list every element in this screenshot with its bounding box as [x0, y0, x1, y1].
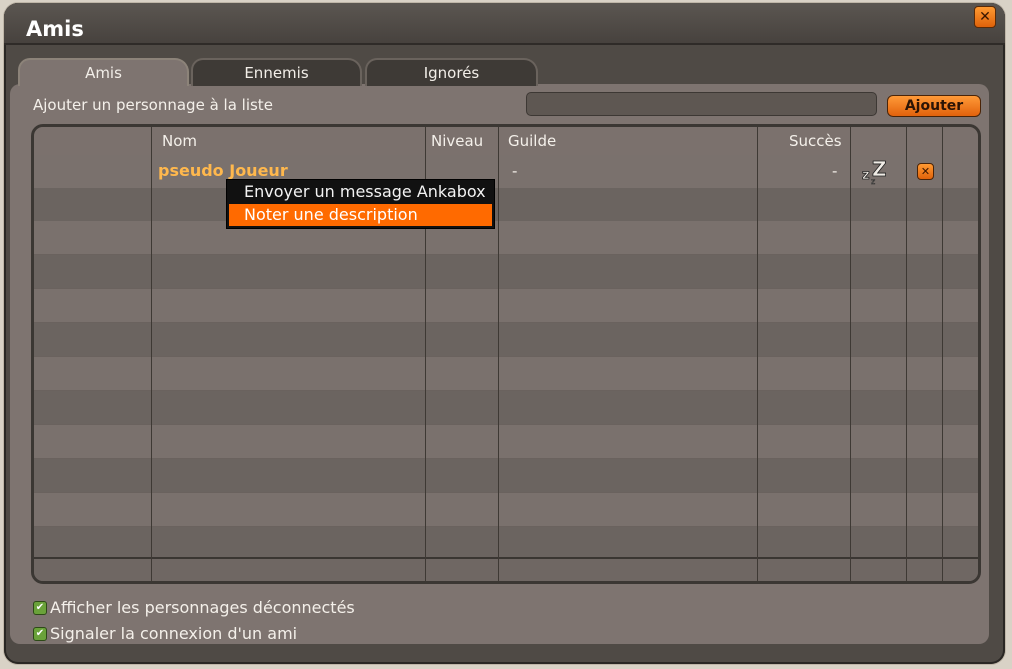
context-menu: Envoyer un message Ankabox Noter une des…	[226, 179, 495, 229]
tab-ignores[interactable]: Ignorés	[365, 58, 538, 86]
table-row	[34, 527, 978, 560]
remove-friend-button[interactable]: ✕	[917, 163, 934, 180]
table-row	[34, 255, 978, 288]
remove-icon: ✕	[920, 165, 931, 178]
window-titlebar[interactable]: Amis	[4, 3, 1005, 45]
add-button[interactable]: Ajouter	[887, 95, 981, 117]
close-icon: ✕	[979, 9, 991, 25]
column-header-guilde[interactable]: Guilde	[508, 132, 556, 150]
window-close-button[interactable]: ✕	[974, 6, 996, 28]
menu-item-note-description[interactable]: Noter une description	[229, 204, 492, 226]
add-character-input[interactable]	[526, 92, 877, 116]
show-disconnected-checkbox[interactable]: ✔	[33, 601, 47, 615]
table-row	[34, 188, 978, 221]
table-row	[34, 459, 978, 492]
column-divider	[906, 127, 907, 581]
check-icon: ✔	[35, 602, 45, 613]
show-disconnected-label: Afficher les personnages déconnectés	[50, 598, 355, 617]
row-name[interactable]: pseudo Joueur	[158, 161, 288, 180]
table-row	[34, 323, 978, 356]
column-header-succes[interactable]: Succès	[789, 132, 842, 150]
column-header-nom[interactable]: Nom	[162, 132, 197, 150]
table-row	[34, 357, 978, 390]
table-row	[34, 221, 978, 254]
table-row	[34, 493, 978, 526]
notify-connection-checkbox[interactable]: ✔	[33, 627, 47, 641]
friends-table: Nom Niveau Guilde Succès pseudo Joueur -…	[31, 124, 981, 584]
add-character-label: Ajouter un personnage à la liste	[33, 96, 273, 114]
column-divider	[942, 127, 943, 581]
tab-label: Ignorés	[423, 64, 480, 82]
column-divider	[498, 127, 499, 581]
tab-label: Ennemis	[244, 64, 309, 82]
row-success: -	[832, 162, 838, 180]
table-row	[34, 289, 978, 322]
svg-text:z: z	[871, 177, 875, 186]
notify-connection-label: Signaler la connexion d'un ami	[50, 624, 298, 643]
column-divider	[850, 127, 851, 581]
table-footer-row	[34, 557, 978, 581]
row-guild: -	[512, 162, 518, 180]
column-divider	[757, 127, 758, 581]
window-title: Amis	[26, 17, 84, 41]
column-header-niveau[interactable]: Niveau	[431, 132, 483, 150]
table-row	[34, 391, 978, 424]
svg-text:z: z	[862, 168, 870, 183]
table-header: Nom Niveau Guilde Succès	[34, 127, 978, 157]
check-icon: ✔	[35, 628, 45, 639]
tab-ennemis[interactable]: Ennemis	[191, 58, 362, 86]
tab-amis[interactable]: Amis	[18, 58, 189, 86]
sleep-zz-icon: z Z z	[862, 158, 887, 186]
column-divider	[151, 127, 152, 581]
table-row	[34, 425, 978, 458]
add-button-label: Ajouter	[904, 98, 964, 114]
tab-label: Amis	[85, 64, 122, 82]
menu-item-send-ankabox-message[interactable]: Envoyer un message Ankabox	[229, 181, 492, 203]
table-row[interactable]: pseudo Joueur - - z Z z ✕	[34, 155, 978, 188]
